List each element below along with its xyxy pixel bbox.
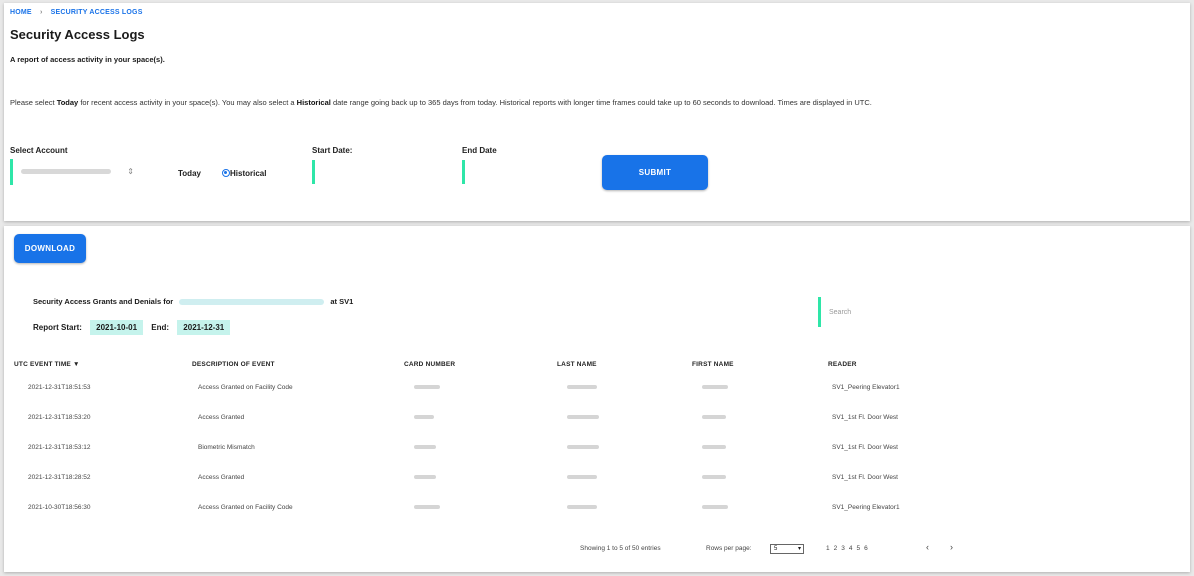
redacted-first-name (702, 474, 726, 479)
account-label: Select Account (10, 146, 68, 155)
column-header-description[interactable]: DESCRIPTION OF EVENT (192, 356, 404, 372)
today-radio-label[interactable]: Today (178, 169, 201, 178)
start-date-label: Start Date: (312, 146, 353, 155)
redacted-last-name (567, 384, 597, 389)
cell-description: Access Granted (198, 413, 245, 421)
instructions-text: Please select Today for recent access ac… (10, 97, 1180, 108)
cell-description: Biometric Mismatch (198, 443, 255, 451)
column-header-card-number[interactable]: CARD NUMBER (404, 356, 557, 372)
cell-event-time: 2021-12-31T18:51:53 (28, 383, 91, 391)
breadcrumb-current-link[interactable]: SECURITY ACCESS LOGS (51, 9, 143, 16)
prev-page-icon[interactable]: ‹ (926, 542, 929, 552)
table-row: 2021-12-31T18:53:12 Biometric Mismatch S… (14, 432, 944, 462)
report-title: Security Access Grants and Denials for a… (33, 297, 353, 306)
report-end-date: 2021-12-31 (177, 320, 231, 335)
filter-card (4, 3, 1190, 221)
start-date-input[interactable] (312, 160, 430, 184)
instructions-today: Today (56, 98, 79, 107)
instructions-part3: date range going back up to 365 days fro… (330, 98, 872, 107)
redacted-first-name (702, 414, 726, 419)
column-header-reader[interactable]: READER (828, 356, 944, 372)
page-link[interactable]: 5 (857, 545, 865, 552)
page-numbers: 123456 (826, 545, 872, 552)
report-start-date: 2021-10-01 (90, 320, 144, 335)
breadcrumb-home-link[interactable]: HOME (10, 9, 32, 16)
cell-description: Access Granted on Facility Code (198, 383, 293, 391)
cell-event-time: 2021-12-31T18:53:12 (28, 443, 91, 451)
redacted-first-name (702, 384, 728, 389)
rows-per-page-label: Rows per page: (706, 545, 752, 552)
redacted-first-name (702, 504, 728, 509)
table-header-row: UTC EVENT TIME ▼ DESCRIPTION OF EVENT CA… (14, 356, 944, 372)
redacted-first-name (702, 444, 726, 449)
column-header-event-time[interactable]: UTC EVENT TIME ▼ (14, 356, 192, 372)
report-title-prefix: Security Access Grants and Denials for (33, 297, 174, 306)
cell-event-time: 2021-12-31T18:53:20 (28, 413, 91, 421)
cell-reader: SV1_1st Fl. Door West (832, 413, 898, 421)
column-header-last-name[interactable]: LAST NAME (557, 356, 692, 372)
end-date-label: End Date (462, 146, 497, 155)
page-subtitle: A report of access activity in your spac… (10, 55, 165, 64)
page-title: Security Access Logs (10, 27, 145, 42)
account-select[interactable]: ⇕ (10, 159, 138, 185)
report-end-label: End: (151, 323, 170, 332)
next-page-icon[interactable]: › (950, 542, 953, 552)
historical-radio-label[interactable]: Historical (230, 169, 266, 178)
breadcrumb-separator: › (39, 9, 43, 16)
cell-event-time: 2021-12-31T18:28:52 (28, 473, 91, 481)
redacted-last-name (567, 504, 597, 509)
end-date-input[interactable] (462, 160, 580, 184)
redacted-last-name (567, 474, 597, 479)
table-row: 2021-12-31T18:51:53 Access Granted on Fa… (14, 372, 944, 402)
submit-button[interactable]: SUBMIT (602, 155, 708, 190)
instructions-part2: for recent access activity in your space… (78, 98, 297, 107)
account-select-value-redacted (21, 169, 111, 174)
report-start-label: Report Start: (33, 323, 82, 332)
redacted-card-number (414, 444, 436, 449)
access-log-table: UTC EVENT TIME ▼ DESCRIPTION OF EVENT CA… (14, 356, 944, 522)
redacted-last-name (567, 444, 599, 449)
redacted-email (179, 299, 325, 306)
table-row: 2021-12-31T18:53:20 Access Granted SV1_1… (14, 402, 944, 432)
cell-description: Access Granted (198, 473, 245, 481)
chevron-down-icon: ▾ (797, 546, 801, 552)
table-row: 2021-10-30T18:56:30 Access Granted on Fa… (14, 492, 944, 522)
cell-reader: SV1_1st Fl. Door West (832, 443, 898, 451)
instructions-historical: Historical (296, 98, 331, 107)
cell-event-time: 2021-10-30T18:56:30 (28, 503, 91, 511)
instructions-part1: Please select (10, 98, 57, 107)
column-header-first-name[interactable]: FIRST NAME (692, 356, 828, 372)
cell-reader: SV1_Peering Elevator1 (832, 503, 900, 511)
page-link[interactable]: 4 (849, 545, 857, 552)
rows-per-page-value: 5 (774, 546, 778, 552)
redacted-card-number (414, 384, 440, 389)
report-title-suffix: at SV1 (330, 297, 354, 306)
pagination-summary: Showing 1 to 5 of 50 entries (580, 545, 661, 552)
table-row: 2021-12-31T18:28:52 Access Granted SV1_1… (14, 462, 944, 492)
download-button[interactable]: DOWNLOAD (14, 234, 86, 263)
page-link[interactable]: 3 (841, 545, 849, 552)
historical-radio[interactable] (222, 169, 230, 177)
page-link[interactable]: 1 (826, 545, 834, 552)
redacted-card-number (414, 414, 434, 419)
redacted-card-number (414, 474, 436, 479)
redacted-card-number (414, 504, 440, 509)
cell-description: Access Granted on Facility Code (198, 503, 293, 511)
redacted-last-name (567, 414, 599, 419)
breadcrumb: HOME › SECURITY ACCESS LOGS (10, 9, 143, 16)
search-input[interactable]: Search (818, 297, 988, 327)
rows-per-page-select[interactable]: 5 ▾ (770, 544, 804, 554)
cell-reader: SV1_1st Fl. Door West (832, 473, 898, 481)
page-link[interactable]: 6 (864, 545, 872, 552)
chevron-down-icon: ⇕ (127, 167, 134, 176)
cell-reader: SV1_Peering Elevator1 (832, 383, 900, 391)
report-date-range: Report Start: 2021-10-01 End: 2021-12-31 (33, 320, 236, 335)
